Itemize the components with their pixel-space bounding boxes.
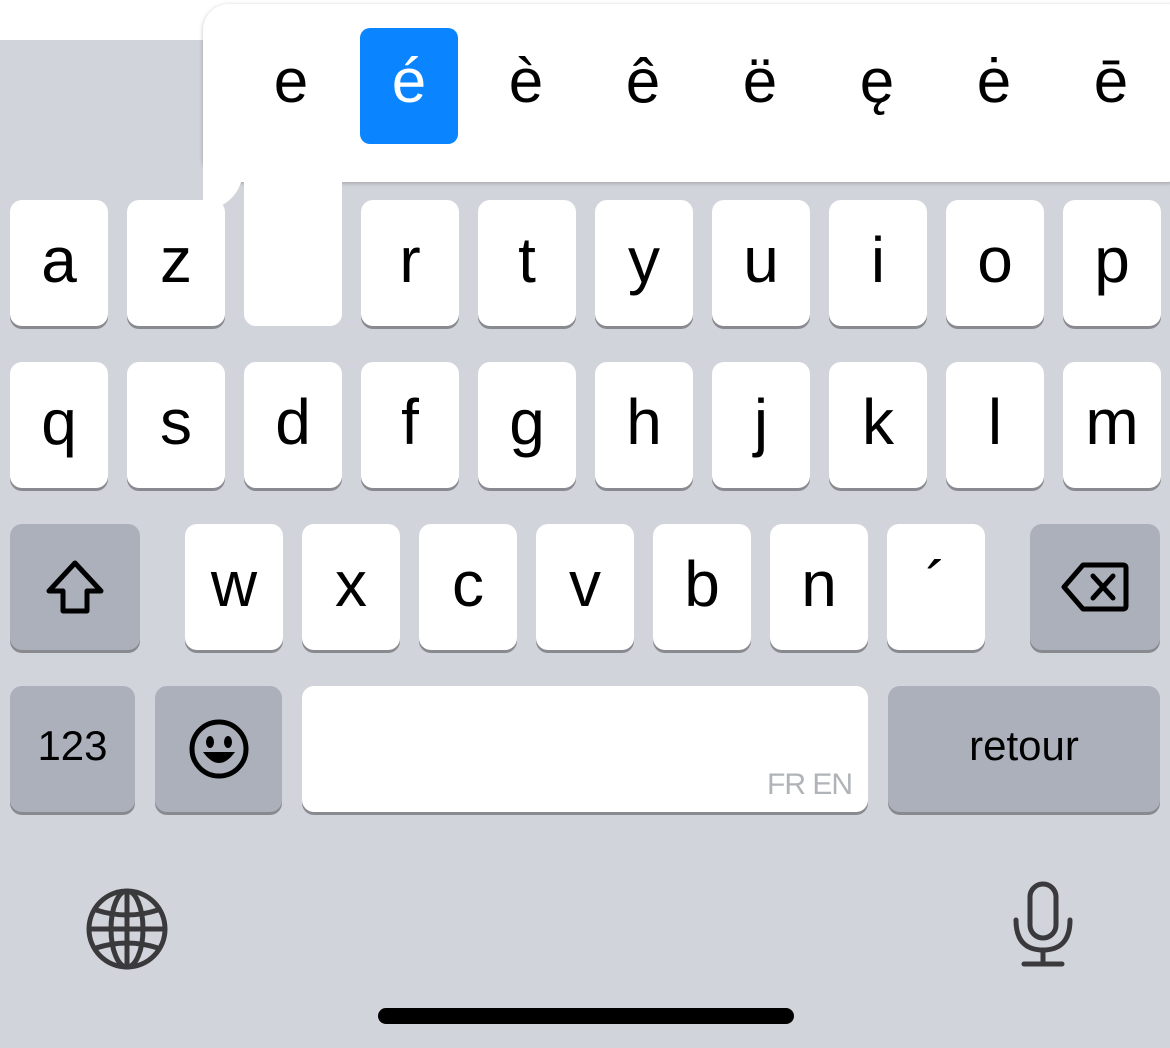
accent-popup: e é è ê ë ę ė ē (203, 4, 1170, 182)
return-key[interactable]: retour (888, 686, 1160, 812)
key-f[interactable]: f (361, 362, 459, 488)
delete-icon (1061, 562, 1129, 612)
key-h[interactable]: h (595, 362, 693, 488)
emoji-key[interactable] (155, 686, 282, 812)
key-p[interactable]: p (1063, 200, 1161, 326)
variant-e-diaeresis[interactable]: ë (711, 28, 809, 144)
shift-icon (46, 560, 104, 614)
language-hint: FR EN (767, 768, 853, 801)
key-t[interactable]: t (478, 200, 576, 326)
key-g[interactable]: g (478, 362, 576, 488)
variant-e-macron[interactable]: ē (1062, 28, 1160, 144)
globe-icon[interactable] (86, 888, 168, 970)
key-z[interactable]: z (127, 200, 225, 326)
variant-e-dot[interactable]: ė (945, 28, 1043, 144)
key-acute-accent[interactable]: ´ (887, 524, 985, 650)
key-i[interactable]: i (829, 200, 927, 326)
key-x[interactable]: x (302, 524, 400, 650)
key-b[interactable]: b (653, 524, 751, 650)
home-indicator (378, 1008, 794, 1024)
key-u[interactable]: u (712, 200, 810, 326)
variant-e-grave[interactable]: è (477, 28, 575, 144)
key-s[interactable]: s (127, 362, 225, 488)
key-e-pressed[interactable] (244, 180, 342, 326)
delete-key[interactable] (1030, 524, 1160, 650)
microphone-icon[interactable] (1010, 880, 1076, 970)
key-l[interactable]: l (946, 362, 1044, 488)
key-k[interactable]: k (829, 362, 927, 488)
key-q[interactable]: q (10, 362, 108, 488)
space-bar[interactable]: FR EN (302, 686, 868, 812)
key-a[interactable]: a (10, 200, 108, 326)
numbers-key[interactable]: 123 (10, 686, 135, 812)
variant-e[interactable]: e (242, 28, 340, 144)
variant-e-circumflex[interactable]: ê (594, 28, 692, 144)
key-n[interactable]: n (770, 524, 868, 650)
variant-e-ogonek[interactable]: ę (828, 28, 926, 144)
key-y[interactable]: y (595, 200, 693, 326)
shift-key[interactable] (10, 524, 140, 650)
key-v[interactable]: v (536, 524, 634, 650)
key-j[interactable]: j (712, 362, 810, 488)
key-c[interactable]: c (419, 524, 517, 650)
key-m[interactable]: m (1063, 362, 1161, 488)
emoji-icon (189, 719, 248, 779)
key-r[interactable]: r (361, 200, 459, 326)
key-d[interactable]: d (244, 362, 342, 488)
key-w[interactable]: w (185, 524, 283, 650)
key-o[interactable]: o (946, 200, 1044, 326)
variant-e-acute[interactable]: é (360, 28, 458, 144)
